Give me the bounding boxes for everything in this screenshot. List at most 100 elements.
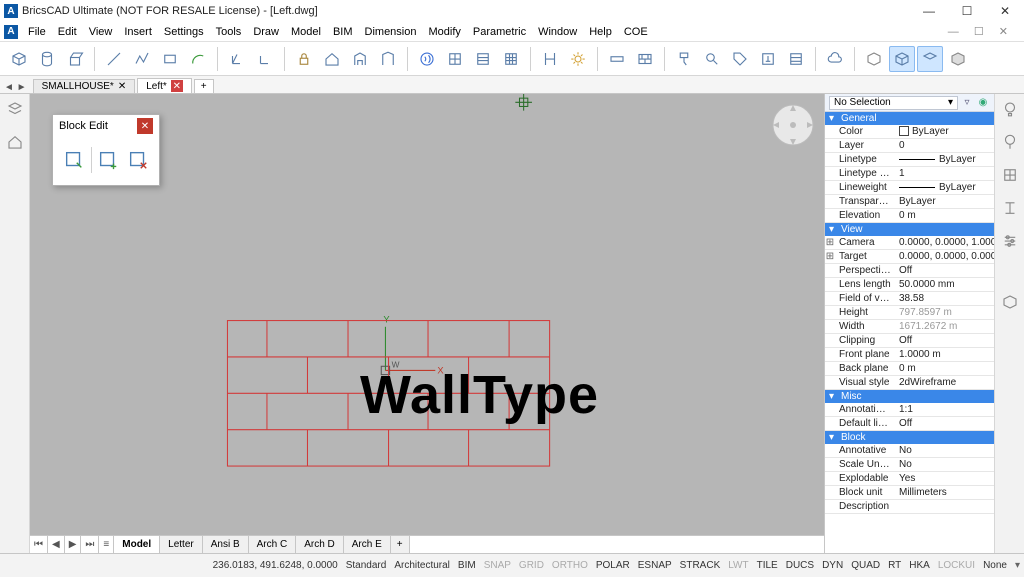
tool-tag-icon[interactable] (727, 46, 753, 72)
prop-row[interactable]: Layer0 (825, 139, 994, 153)
tool-detail-icon[interactable] (699, 46, 725, 72)
window-maximize[interactable]: ☐ (948, 0, 986, 22)
tool-cylinder-icon[interactable] (34, 46, 60, 72)
status-toggle-hka[interactable]: HKA (905, 560, 934, 571)
prop-row[interactable]: ColorByLayer (825, 125, 994, 139)
prop-row[interactable]: Description (825, 500, 994, 514)
status-toggle-ducs[interactable]: DUCS (782, 560, 818, 571)
prop-value[interactable]: Off (895, 334, 994, 347)
status-toggle-dyn[interactable]: DYN (818, 560, 847, 571)
prop-row[interactable]: Width1671.2672 m (825, 320, 994, 334)
menu-modify[interactable]: Modify (422, 24, 466, 40)
menu-edit[interactable]: Edit (52, 24, 83, 40)
tool-box-icon[interactable] (6, 46, 32, 72)
prop-value[interactable]: 0 m (895, 209, 994, 222)
prop-row[interactable]: AnnotativeNo (825, 444, 994, 458)
prop-value[interactable]: Off (895, 417, 994, 430)
menu-model[interactable]: Model (285, 24, 327, 40)
status-workspace[interactable]: BIM (454, 560, 480, 571)
rail-home-icon[interactable] (6, 133, 24, 156)
prop-value[interactable]: 2dWireframe (895, 376, 994, 389)
rail-bulb-icon[interactable] (1001, 100, 1019, 123)
menu-settings[interactable]: Settings (158, 24, 210, 40)
tool-cloud-icon[interactable] (822, 46, 848, 72)
prop-row[interactable]: Scale UniformlyNo (825, 458, 994, 472)
prop-row[interactable]: Visual style2dWireframe (825, 376, 994, 390)
prop-section[interactable]: ▾Block (825, 431, 994, 444)
sheet-nav-list[interactable]: ≡ (99, 536, 114, 553)
prop-row[interactable]: ⊞Camera0.0000, 0.0000, 1.0000 (825, 236, 994, 250)
menu-file[interactable]: File (22, 24, 52, 40)
doc-tab-add[interactable]: + (194, 79, 214, 93)
status-coords[interactable]: 236.0183, 491.6248, 0.0000 (209, 560, 342, 571)
status-toggle-ortho[interactable]: ORTHO (548, 560, 592, 571)
tool-extrude-icon[interactable] (62, 46, 88, 72)
prop-row[interactable]: Linetype scale1 (825, 167, 994, 181)
sheet-tab-archd[interactable]: Arch D (296, 536, 344, 553)
tool-grid1-icon[interactable] (442, 46, 468, 72)
tool-sound-icon[interactable] (414, 46, 440, 72)
tool-polyline-icon[interactable] (129, 46, 155, 72)
doc-tabs-nav[interactable]: ◄ ► (0, 82, 31, 93)
tool-vs2-icon[interactable] (889, 46, 915, 72)
prop-row[interactable]: Front plane1.0000 m (825, 348, 994, 362)
menu-window[interactable]: Window (532, 24, 583, 40)
tool-bimify-icon[interactable] (375, 46, 401, 72)
prop-section[interactable]: ▾View (825, 223, 994, 236)
prop-value[interactable]: 0.0000, 0.0000, 1.0000 (895, 236, 994, 249)
block-edit-close-icon[interactable]: ✕ (137, 118, 153, 134)
child-window-controls[interactable]: — ☐ ✕ (942, 23, 1024, 40)
prop-value[interactable]: Millimeters (895, 486, 994, 499)
prop-value[interactable]: No (895, 444, 994, 457)
status-standard[interactable]: Standard (342, 560, 391, 571)
tool-hatch-icon[interactable] (783, 46, 809, 72)
rail-balloon-icon[interactable] (1001, 133, 1019, 156)
prop-section[interactable]: ▾General (825, 112, 994, 125)
prop-row[interactable]: ExplodableYes (825, 472, 994, 486)
rail-layers-icon[interactable] (6, 100, 24, 123)
tool-slab-icon[interactable] (604, 46, 630, 72)
prop-value[interactable]: Yes (895, 472, 994, 485)
prop-row[interactable]: Lens length50.0000 mm (825, 278, 994, 292)
view-compass[interactable] (770, 102, 816, 148)
prop-value[interactable]: ByLayer (895, 125, 994, 138)
tool-annot-icon[interactable] (755, 46, 781, 72)
block-edit-discard-icon[interactable] (125, 147, 151, 173)
menu-draw[interactable]: Draw (247, 24, 285, 40)
status-toggle-grid[interactable]: GRID (515, 560, 548, 571)
tool-grid3-icon[interactable] (498, 46, 524, 72)
prop-value[interactable]: ByLayer (895, 181, 994, 194)
sheet-tab-model[interactable]: Model (114, 536, 160, 553)
prop-value[interactable]: 50.0000 mm (895, 278, 994, 291)
status-toggle-quad[interactable]: QUAD (847, 560, 884, 571)
tool-vs4-icon[interactable] (945, 46, 971, 72)
block-edit-add-icon[interactable] (95, 147, 121, 173)
prop-value[interactable]: ByLayer (895, 153, 994, 166)
selection-dropdown[interactable]: No Selection ▾ (829, 96, 958, 110)
tool-vs3-icon[interactable] (917, 46, 943, 72)
prop-value[interactable]: Off (895, 264, 994, 277)
drawing-viewport[interactable]: Y X W (30, 94, 824, 553)
status-toggle-esnap[interactable]: ESNAP (634, 560, 676, 571)
status-dimstyle[interactable]: Architectural (390, 560, 454, 571)
tool-wall-icon[interactable] (632, 46, 658, 72)
menu-dimension[interactable]: Dimension (359, 24, 423, 40)
menu-tools[interactable]: Tools (210, 24, 248, 40)
prop-value[interactable]: 1671.2672 m (895, 320, 994, 333)
prop-value[interactable]: 0.0000, 0.0000, 0.0000 (895, 250, 994, 263)
menu-coe[interactable]: COE (618, 24, 654, 40)
doc-tab-smallhouse[interactable]: SMALLHOUSE* ✕ (33, 79, 136, 93)
tool-house-icon[interactable] (319, 46, 345, 72)
status-toggle-rt[interactable]: RT (884, 560, 905, 571)
tool-arc-icon[interactable] (185, 46, 211, 72)
tool-line-icon[interactable] (101, 46, 127, 72)
status-right[interactable]: None (979, 560, 1011, 571)
prop-row[interactable]: ClippingOff (825, 334, 994, 348)
menu-insert[interactable]: Insert (118, 24, 158, 40)
preview-icon[interactable]: ◉ (976, 96, 990, 110)
prop-value[interactable]: ByLayer (895, 195, 994, 208)
doc-tab-close-icon[interactable]: ✕ (118, 81, 126, 92)
tool-section-icon[interactable] (537, 46, 563, 72)
prop-section[interactable]: ▾Misc (825, 390, 994, 403)
prop-value[interactable]: 38.58 (895, 292, 994, 305)
